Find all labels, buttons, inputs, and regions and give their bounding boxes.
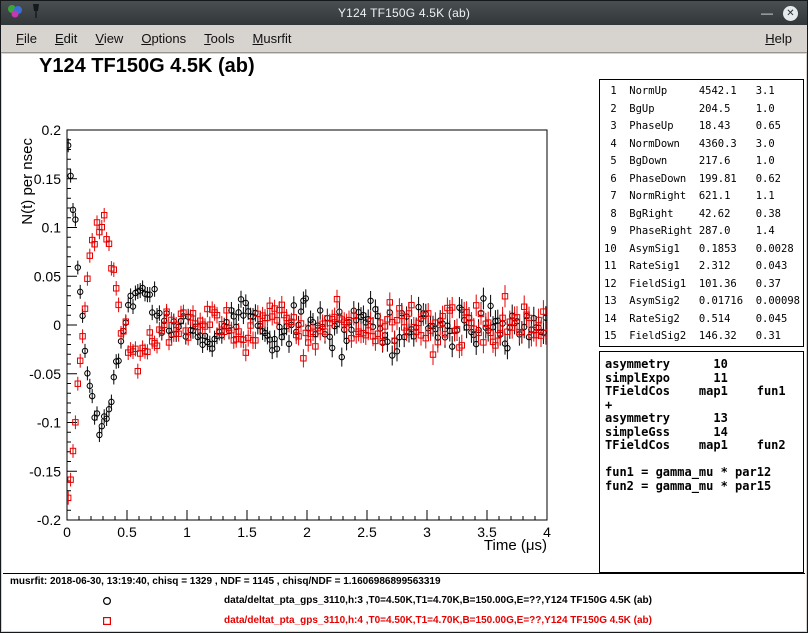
musrview-window: Y124 TF150G 4.5K (ab) — ✕ FileEditViewOp… — [0, 0, 808, 633]
svg-text:0.05: 0.05 — [34, 268, 61, 284]
svg-text:2: 2 — [303, 524, 311, 540]
pushpin-icon[interactable] — [29, 3, 43, 24]
divider-line — [3, 573, 805, 574]
minimize-icon[interactable]: — — [761, 7, 773, 19]
theory-line: TFieldCos map1 fun1 — [605, 385, 803, 399]
parameter-row: 15 FieldSig2 146.32 0.31 — [604, 328, 803, 346]
theory-line: + — [605, 399, 803, 413]
theory-line — [605, 453, 803, 467]
svg-text:0.15: 0.15 — [34, 171, 61, 187]
series-square — [66, 208, 549, 505]
parameter-row: 14 RateSig2 0.514 0.045 — [604, 311, 803, 329]
menu-bar: FileEditViewOptionsToolsMusrfit Help — [1, 25, 807, 53]
svg-text:1.5: 1.5 — [237, 524, 257, 540]
menu-left-group: FileEditViewOptionsToolsMusrfit — [7, 27, 301, 50]
theory-panel: asymmetry 10simplExpo 11TFieldCos map1 f… — [599, 351, 804, 573]
plot-legend: data/deltat_pta_gps_3110,h:3 ,T0=4.50K,T… — [2, 591, 806, 631]
svg-text:-0.1: -0.1 — [37, 415, 61, 431]
theory-line: asymmetry 10 — [605, 358, 803, 372]
theory-line: simpleGss 14 — [605, 426, 803, 440]
svg-text:-0.15: -0.15 — [29, 463, 61, 479]
parameter-row: 1 NormUp 4542.1 3.1 — [604, 83, 803, 101]
parameter-row: 2 BgUp 204.5 1.0 — [604, 101, 803, 119]
svg-text:0.5: 0.5 — [117, 524, 137, 540]
title-bar[interactable]: Y124 TF150G 4.5K (ab) — ✕ — [1, 1, 807, 25]
menu-options[interactable]: Options — [132, 27, 195, 50]
parameter-row: 11 RateSig1 2.312 0.043 — [604, 258, 803, 276]
menu-view[interactable]: View — [86, 27, 132, 50]
circle-marker-icon — [101, 594, 113, 612]
legend-label: data/deltat_pta_gps_3110,h:3 ,T0=4.50K,T… — [224, 595, 652, 606]
fit-status-line: musrfit: 2018-06-30, 13:19:40, chisq = 1… — [10, 576, 441, 587]
svg-text:1: 1 — [183, 524, 191, 540]
theory-line: fun1 = gamma_mu * par12 — [605, 466, 803, 480]
svg-text:0.2: 0.2 — [42, 122, 62, 138]
parameter-row: 13 AsymSig2 0.01716 0.00098 — [604, 293, 803, 311]
svg-text:0: 0 — [63, 524, 71, 540]
parameter-row: 9 PhaseRight 287.0 1.4 — [604, 223, 803, 241]
legend-item: data/deltat_pta_gps_3110,h:3 ,T0=4.50K,T… — [2, 591, 806, 611]
menu-help[interactable]: Help — [756, 27, 801, 50]
theory-line: simplExpo 11 — [605, 372, 803, 386]
parameter-row: 4 NormDown 4360.3 3.0 — [604, 136, 803, 154]
svg-text:2.5: 2.5 — [357, 524, 377, 540]
svg-text:0: 0 — [53, 317, 61, 333]
parameter-row: 10 AsymSig1 0.1853 0.0028 — [604, 241, 803, 259]
legend-item: data/deltat_pta_gps_3110,h:4 ,T0=4.50K,T… — [2, 611, 806, 631]
theory-line: asymmetry 13 — [605, 412, 803, 426]
legend-label: data/deltat_pta_gps_3110,h:4 ,T0=4.50K,T… — [224, 615, 652, 626]
menu-tools[interactable]: Tools — [195, 27, 243, 50]
menu-file[interactable]: File — [7, 27, 46, 50]
svg-text:-0.05: -0.05 — [29, 366, 61, 382]
parameter-row: 8 BgRight 42.62 0.38 — [604, 206, 803, 224]
parameter-row: 12 FieldSig1 101.36 0.37 — [604, 276, 803, 294]
parameter-row: 5 BgDown 217.6 1.0 — [604, 153, 803, 171]
close-icon[interactable]: ✕ — [783, 6, 798, 21]
theory-line: TFieldCos map1 fun2 — [605, 439, 803, 453]
series-circle — [66, 139, 549, 443]
parameter-row: 6 PhaseDown 199.81 0.62 — [604, 171, 803, 189]
theory-line: fun2 = gamma_mu * par15 — [605, 480, 803, 494]
svg-text:3.5: 3.5 — [477, 524, 497, 540]
svg-text:4: 4 — [543, 524, 551, 540]
menu-edit[interactable]: Edit — [46, 27, 86, 50]
menu-right-group: Help — [756, 27, 801, 50]
window-title: Y124 TF150G 4.5K (ab) — [1, 6, 807, 20]
svg-text:-0.2: -0.2 — [37, 512, 61, 528]
svg-text:3: 3 — [423, 524, 431, 540]
root-canvas: Y124 TF150G 4.5K (ab) N(t) per nsec Time… — [2, 54, 806, 631]
parameter-row: 3 PhaseUp 18.43 0.65 — [604, 118, 803, 136]
square-marker-icon — [101, 614, 113, 632]
parameter-row: 7 NormRight 621.1 1.1 — [604, 188, 803, 206]
svg-text:0.1: 0.1 — [42, 220, 62, 236]
parameter-panel: 1 NormUp 4542.1 3.1 2 BgUp 204.5 1.0 3 P… — [599, 79, 804, 347]
menu-musrfit[interactable]: Musrfit — [244, 27, 301, 50]
plot-area[interactable]: N(t) per nsec Time (μs) 00.511.522.533.5… — [2, 54, 598, 574]
data-points-layer — [66, 139, 549, 505]
app-icon — [7, 3, 23, 24]
